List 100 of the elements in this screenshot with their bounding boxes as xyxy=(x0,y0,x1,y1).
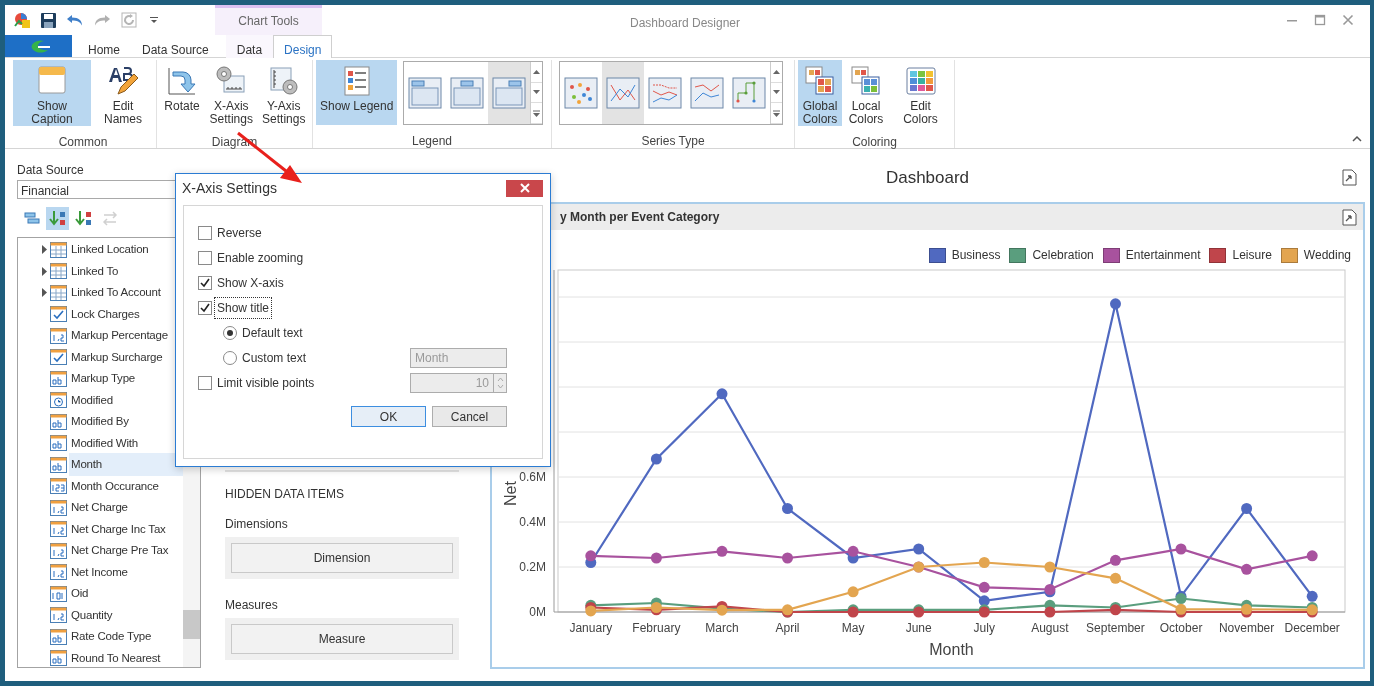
data-point xyxy=(782,552,793,564)
data-point xyxy=(1306,590,1318,602)
data-point xyxy=(1306,550,1318,562)
field-list-item[interactable]: Net Income xyxy=(69,560,130,584)
ribbon-button[interactable]: Local Colors xyxy=(844,60,888,126)
group-icon[interactable] xyxy=(22,210,41,227)
field-list-item[interactable]: Round To Nearest xyxy=(69,646,163,670)
spin-arrows-icon[interactable] xyxy=(496,376,504,389)
ribbon-button[interactable]: Show Legend xyxy=(316,60,398,125)
field-list-item[interactable]: Month xyxy=(69,453,183,477)
ribbon-button[interactable]: Y-Axis Settings xyxy=(258,60,309,126)
number-field-icon xyxy=(50,542,67,559)
field-list-item[interactable]: Modified With xyxy=(69,431,141,455)
radio-button[interactable] xyxy=(223,325,237,340)
more-icon[interactable] xyxy=(533,109,541,117)
number-field-icon xyxy=(50,564,67,581)
scroll-up-icon[interactable] xyxy=(773,69,780,75)
repeat-icon[interactable] xyxy=(120,11,138,29)
scroll-down-icon[interactable] xyxy=(533,90,541,95)
field-list-item[interactable]: Month Occurance xyxy=(69,474,161,498)
field-list-item[interactable]: Linked To xyxy=(69,259,121,283)
app-menu-button[interactable] xyxy=(5,35,72,57)
data-point xyxy=(650,453,662,465)
field-list-item[interactable]: Markup Percentage xyxy=(69,324,170,348)
ribbon-button[interactable]: Edit Colors xyxy=(890,60,951,126)
gallery-item[interactable] xyxy=(602,62,644,124)
field-list-item[interactable]: Rate Code Type xyxy=(69,625,154,649)
field-list-item[interactable]: Quantity xyxy=(69,603,115,627)
ribbon-button[interactable]: Global Colors xyxy=(798,60,842,126)
expand-arrow-icon[interactable] xyxy=(40,245,48,255)
ribbon-tab[interactable]: Design xyxy=(273,35,333,58)
field-list-item[interactable]: Oid xyxy=(69,582,91,606)
field-list-item[interactable]: Linked To Account xyxy=(69,281,163,305)
field-list-item[interactable]: Net Charge xyxy=(69,496,130,520)
legend-item: Entertainment xyxy=(1102,242,1201,268)
checkbox[interactable] xyxy=(198,250,212,265)
option-label: Reverse xyxy=(216,224,263,242)
ribbon-button[interactable]: X-Axis Settings xyxy=(206,60,257,126)
data-point xyxy=(716,388,728,400)
data-point xyxy=(978,557,990,568)
dialog-button[interactable]: Cancel xyxy=(432,406,507,427)
line-chart-icon xyxy=(648,77,682,109)
x-axis-label: March xyxy=(705,621,739,635)
field-list-item[interactable]: Net Charge Pre Tax xyxy=(69,539,171,563)
field-list-item[interactable]: Lock Charges xyxy=(69,302,142,326)
undo-icon[interactable] xyxy=(66,12,84,28)
redo-icon[interactable] xyxy=(93,12,111,28)
ribbon-button[interactable]: Rotate xyxy=(160,60,204,126)
data-point xyxy=(585,605,597,617)
field-list-item[interactable]: Modified By xyxy=(69,410,131,434)
text-field-icon xyxy=(50,628,67,645)
export-icon[interactable] xyxy=(1341,208,1357,226)
table-icon xyxy=(50,241,67,258)
data-point xyxy=(847,586,859,598)
save-icon[interactable] xyxy=(40,11,57,29)
sort-descending-icon[interactable] xyxy=(74,210,93,227)
field-list-item[interactable]: Net Charge Inc Tax xyxy=(69,517,168,541)
dialog-button[interactable]: OK xyxy=(351,406,426,427)
checkbox[interactable] xyxy=(198,375,212,390)
table-icon xyxy=(50,284,67,301)
data-point xyxy=(978,595,990,607)
checkbox[interactable] xyxy=(198,275,212,290)
clock-icon xyxy=(50,392,67,409)
field-list-item[interactable]: Modified xyxy=(69,388,115,412)
close-button[interactable] xyxy=(506,179,543,197)
ribbon-tab[interactable]: Data xyxy=(225,35,274,58)
option-label: Custom text xyxy=(241,349,308,367)
checkbox[interactable] xyxy=(198,225,212,240)
option-label: Default text xyxy=(241,324,304,342)
more-icon[interactable] xyxy=(773,109,780,117)
export-icon[interactable] xyxy=(1341,169,1357,186)
drop-target-button[interactable]: Dimension xyxy=(231,543,453,573)
chart-caption: y Month per Event Category xyxy=(560,209,720,226)
checkmark-icon xyxy=(200,277,210,288)
close-icon[interactable] xyxy=(1342,14,1354,26)
checkmark-icon xyxy=(200,302,210,313)
scroll-down-icon[interactable] xyxy=(773,90,780,95)
x-axis-title: Month xyxy=(929,641,974,658)
field-list-item[interactable]: Markup Surcharge xyxy=(69,345,165,369)
expand-arrow-icon[interactable] xyxy=(40,288,48,298)
sort-ascending-icon[interactable] xyxy=(48,210,67,227)
collapse-ribbon-icon[interactable] xyxy=(1352,135,1362,142)
x-axis-label: February xyxy=(632,621,681,635)
drop-target-button[interactable]: Measure xyxy=(231,624,453,654)
legend-item: Business xyxy=(928,242,1001,268)
x-axis-label: January xyxy=(569,621,613,635)
maximize-icon[interactable] xyxy=(1314,14,1326,26)
ribbon-tab[interactable]: Home xyxy=(77,35,131,58)
legend-position-icon xyxy=(408,77,443,109)
checkbox[interactable] xyxy=(198,300,212,315)
ribbon-button[interactable]: Edit Names xyxy=(93,60,153,126)
field-list-item[interactable]: Markup Type xyxy=(69,367,138,391)
scroll-up-icon[interactable] xyxy=(533,69,541,75)
expand-arrow-icon[interactable] xyxy=(40,266,48,276)
radio-button[interactable] xyxy=(223,350,237,365)
data-point xyxy=(716,545,728,557)
ribbon-button[interactable]: Show Caption xyxy=(13,60,91,126)
ribbon-tab[interactable]: Data Source xyxy=(131,35,220,58)
data-point xyxy=(1044,561,1056,573)
field-list-item[interactable]: Linked Location xyxy=(69,238,151,262)
